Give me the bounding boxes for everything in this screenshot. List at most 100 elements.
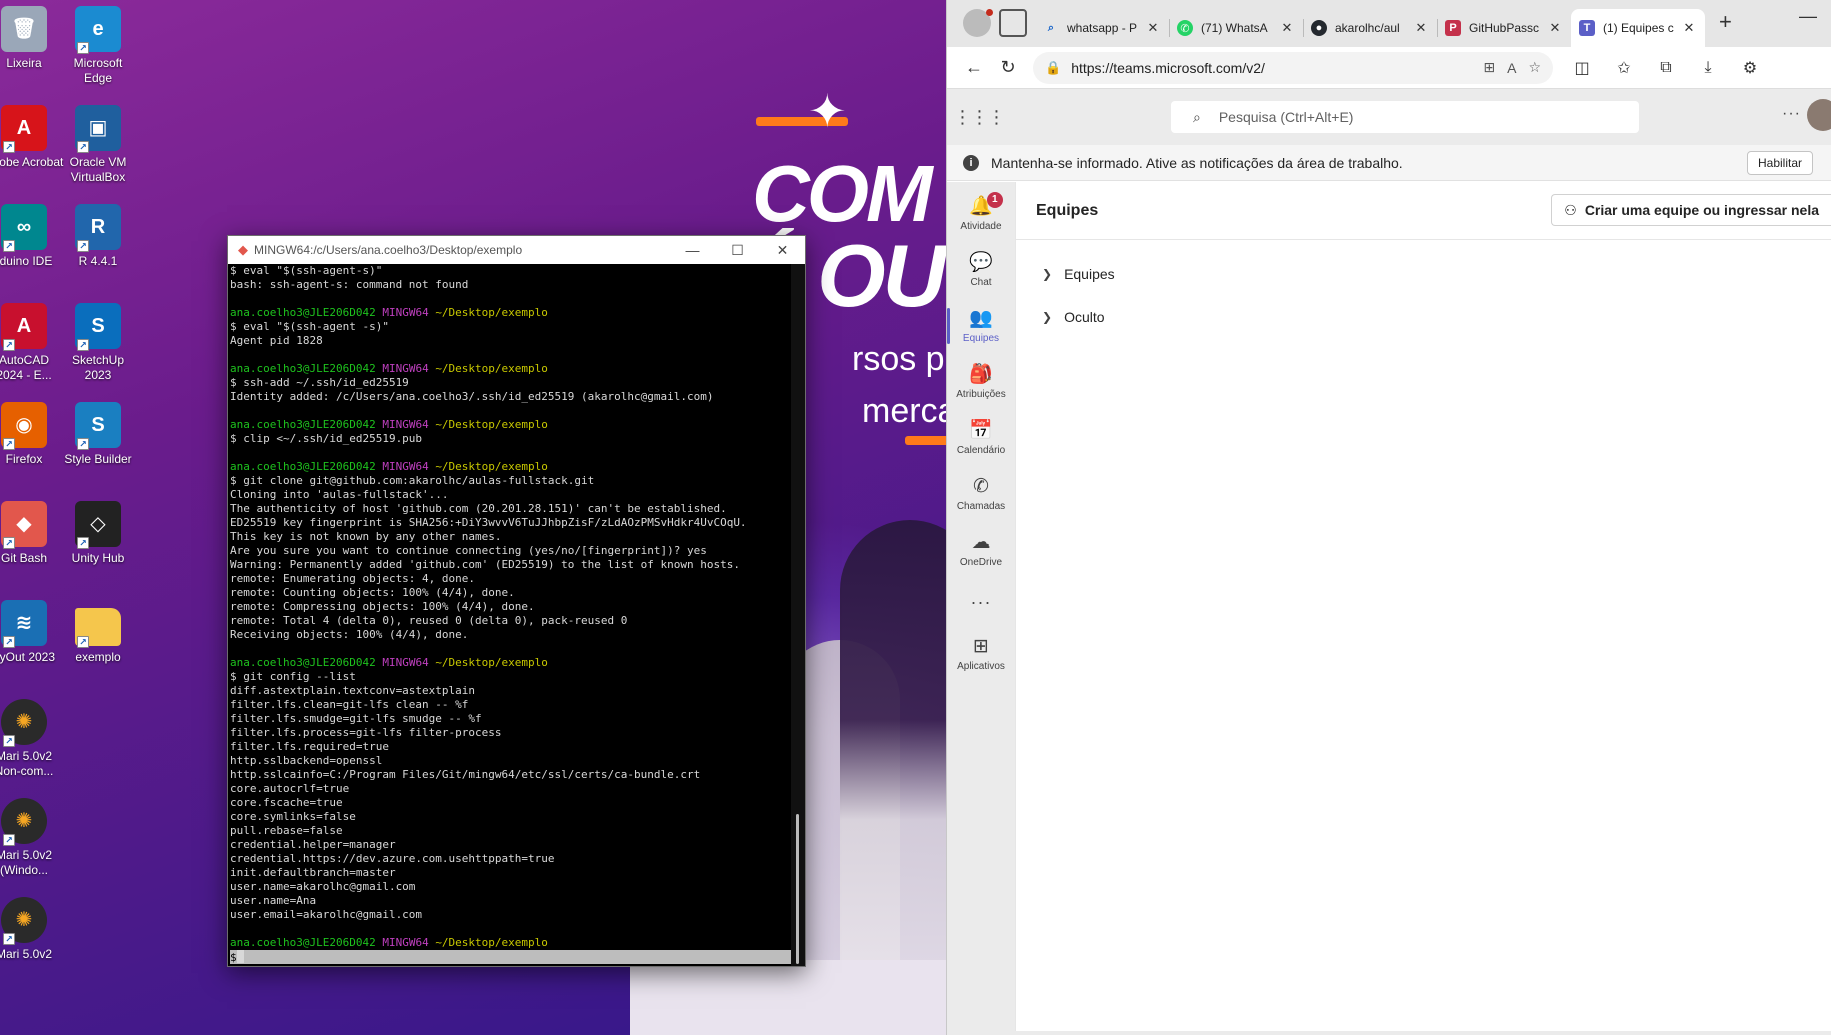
autocad-icon[interactable]: A ↗ xyxy=(1,303,47,351)
desktop-shortcut[interactable]: S ↗ Style Builder xyxy=(58,402,138,467)
mari-icon[interactable]: ✺ ↗ xyxy=(1,699,47,747)
browser-tab[interactable]: P GitHubPassc ✕ xyxy=(1437,9,1571,47)
refresh-icon[interactable]: ↻ xyxy=(991,57,1025,78)
browser-tab[interactable]: ⌕ whatsapp - P ✕ xyxy=(1035,9,1169,47)
chevron-right-icon[interactable]: ❯ xyxy=(1042,310,1052,324)
recycle-bin-icon[interactable]: 🗑 xyxy=(1,6,47,52)
maximize-button[interactable]: ☐ xyxy=(715,236,760,264)
firefox-icon[interactable]: ◉ ↗ xyxy=(1,402,47,450)
tab-close-icon[interactable]: ✕ xyxy=(1145,20,1161,36)
desktop-shortcut[interactable]: ◉ ↗ Firefox xyxy=(0,402,64,467)
folder-icon[interactable]: ↗ xyxy=(75,608,121,648)
tab-actions-icon[interactable] xyxy=(999,9,1027,37)
layout-icon[interactable]: ≋ ↗ xyxy=(1,600,47,648)
browser-tab[interactable]: ● akarolhc/aul ✕ xyxy=(1303,9,1437,47)
git-bash-window[interactable]: ◆ MINGW64:/c/Users/ana.coelho3/Desktop/e… xyxy=(227,235,806,967)
favorite-star-icon[interactable]: ☆ xyxy=(1528,59,1541,76)
more-options-icon[interactable]: ··· xyxy=(1782,105,1801,123)
terminal-input-prompt[interactable]: $ xyxy=(230,951,237,964)
app-bar-item[interactable]: 👥 Equipes xyxy=(947,298,1015,354)
window-titlebar[interactable]: ◆ MINGW64:/c/Users/ana.coelho3/Desktop/e… xyxy=(228,236,805,264)
desktop-shortcut[interactable]: ≋↗ ayOut 2023 xyxy=(0,600,64,665)
app-bar-item[interactable]: ☁ OneDrive xyxy=(947,522,1015,578)
desktop-shortcut[interactable]: ✺ ↗ Mari 5.0v2 xyxy=(0,897,64,962)
more-apps-icon[interactable]: ··· xyxy=(947,578,1015,626)
favorites-icon[interactable]: ✩ xyxy=(1603,58,1645,78)
desktop-shortcut[interactable]: ✺ ↗ Mari 5.0v2 Non-com... xyxy=(0,699,64,779)
tab-close-icon[interactable]: ✕ xyxy=(1279,20,1295,36)
terminal-scrollbar[interactable] xyxy=(791,264,805,966)
tab-label: akarolhc/aul xyxy=(1335,21,1400,35)
virtualbox-icon[interactable]: ▣ ↗ xyxy=(75,105,121,153)
tab-close-icon[interactable]: ✕ xyxy=(1413,20,1429,36)
app-bar-item[interactable]: 🎒 Atribuições xyxy=(947,354,1015,410)
browser-tab[interactable]: ✆ (71) WhatsA ✕ xyxy=(1169,9,1303,47)
desktop-shortcut[interactable]: ▣ ↗ Oracle VM VirtualBox xyxy=(58,105,138,185)
desktop-shortcut[interactable]: A ↗ AutoCAD 2024 - E... xyxy=(0,303,64,383)
downloads-icon[interactable]: ⤓ xyxy=(1687,59,1729,77)
app-bar-item[interactable]: ⊞ Aplicativos xyxy=(947,626,1015,682)
tab-close-icon[interactable]: ✕ xyxy=(1681,20,1697,36)
desktop-shortcut[interactable]: e ↗ Microsoft Edge xyxy=(58,6,138,86)
app-available-icon[interactable]: ⊞ xyxy=(1483,59,1495,76)
app-bar-item[interactable]: 🔔 1 Atividade xyxy=(947,186,1015,242)
desktop-shortcut[interactable]: ✺ ↗ Mari 5.0v2 (Windo... xyxy=(0,798,64,878)
team-group-equipes[interactable]: ❯ Equipes xyxy=(1042,266,1115,282)
team-group-label[interactable]: Equipes xyxy=(1064,266,1115,282)
lock-icon[interactable]: 🔒 xyxy=(1045,60,1061,76)
teams-people-icon: 👥 xyxy=(969,308,993,329)
split-screen-icon[interactable]: ◫ xyxy=(1561,58,1603,78)
user-avatar[interactable] xyxy=(1807,99,1831,131)
mari-icon[interactable]: ✺ ↗ xyxy=(1,798,47,846)
desktop-shortcut[interactable]: R ↗ R 4.4.1 xyxy=(58,204,138,269)
teams-search[interactable]: ⌕ Pesquisa (Ctrl+Alt+E) xyxy=(1171,101,1639,133)
profile-avatar[interactable] xyxy=(963,9,993,37)
desktop-shortcut[interactable]: S ↗ SketchUp 2023 xyxy=(58,303,138,383)
address-bar[interactable]: 🔒 https://teams.microsoft.com/v2/ ⊞ A ☆ xyxy=(1033,51,1553,84)
collections-icon[interactable]: ⧉ xyxy=(1645,59,1687,77)
team-group-label[interactable]: Oculto xyxy=(1064,309,1104,325)
app-bar-item[interactable]: 💬 Chat xyxy=(947,242,1015,298)
terminal-line: $ git clone git@github.com:akarolhc/aula… xyxy=(230,474,595,487)
r-icon[interactable]: R ↗ xyxy=(75,204,121,252)
sketchup-icon[interactable]: S ↗ xyxy=(75,303,121,351)
browser-tab[interactable]: T (1) Equipes c ✕ xyxy=(1571,9,1705,47)
acrobat-icon[interactable]: A ↗ xyxy=(1,105,47,153)
scrollbar-thumb[interactable] xyxy=(796,814,799,964)
new-tab-button[interactable]: + xyxy=(1719,9,1732,35)
app-bar-item[interactable]: ✆ Chamadas xyxy=(947,466,1015,522)
team-group-oculto[interactable]: ❯ Oculto xyxy=(1042,309,1105,325)
unity-hub-icon[interactable]: ◇ ↗ xyxy=(75,501,121,549)
close-button[interactable]: ✕ xyxy=(760,236,805,264)
desktop-shortcut[interactable]: ◆ ↗ Git Bash xyxy=(0,501,64,566)
desktop-shortcut-label: Mari 5.0v2 (Windo... xyxy=(0,848,53,877)
terminal-output[interactable]: $ eval "$(ssh-agent-s)" bash: ssh-agent-s… xyxy=(228,264,791,966)
desktop-shortcut[interactable]: ↗ exemplo xyxy=(58,600,138,665)
minimize-button[interactable]: — xyxy=(670,236,715,264)
chat-icon: 💬 xyxy=(969,252,993,273)
app-bar-item[interactable]: 📅 Calendário xyxy=(947,410,1015,466)
back-icon[interactable]: ← xyxy=(957,57,991,78)
chevron-right-icon[interactable]: ❯ xyxy=(1042,267,1052,281)
extensions-icon[interactable]: ⚙ xyxy=(1729,58,1771,78)
desktop-shortcut[interactable]: ◇ ↗ Unity Hub xyxy=(58,501,138,566)
app-launcher-icon[interactable]: ⋮⋮⋮ xyxy=(947,107,1011,128)
create-or-join-team-button[interactable]: ⚇ Criar uma equipe ou ingressar nela xyxy=(1551,194,1831,226)
mari-icon[interactable]: ✺ ↗ xyxy=(1,897,47,945)
calendar-icon: 📅 xyxy=(969,420,993,441)
tab-close-icon[interactable]: ✕ xyxy=(1547,20,1563,36)
terminal-line: $ clip <~/.ssh/id_ed25519.pub xyxy=(230,432,423,445)
enable-notifications-button[interactable]: Habilitar xyxy=(1746,151,1813,175)
url-text[interactable]: https://teams.microsoft.com/v2/ xyxy=(1071,60,1471,76)
arduino-icon[interactable]: ∞ ↗ xyxy=(1,204,47,252)
desktop-shortcut[interactable]: ∞ ↗ rduino IDE xyxy=(0,204,64,269)
search-placeholder[interactable]: Pesquisa (Ctrl+Alt+E) xyxy=(1219,109,1354,125)
window-minimize-button[interactable]: — xyxy=(1799,6,1817,27)
style-builder-icon[interactable]: S ↗ xyxy=(75,402,121,450)
desktop-shortcut[interactable]: A↗ Adobe Acrobat xyxy=(0,105,64,170)
edge-icon[interactable]: e ↗ xyxy=(75,6,121,54)
desktop-shortcut[interactable]: 🗑 Lixeira xyxy=(0,6,64,71)
read-aloud-icon[interactable]: A xyxy=(1507,60,1516,76)
git-bash-icon[interactable]: ◆ ↗ xyxy=(1,501,47,549)
shortcut-arrow-icon: ↗ xyxy=(3,438,15,450)
